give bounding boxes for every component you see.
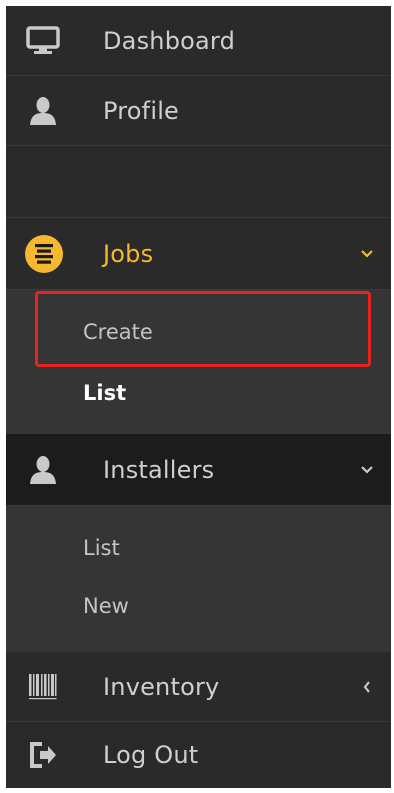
user-icon	[26, 453, 60, 487]
highlight-box	[35, 291, 371, 367]
nav-label-installers: Installers	[103, 455, 215, 484]
list-icon	[24, 234, 64, 274]
barcode-icon	[26, 670, 60, 704]
nav-item-profile[interactable]: Profile	[6, 76, 391, 146]
nav-item-logout[interactable]: Log Out	[6, 722, 391, 788]
nav-item-inventory[interactable]: Inventory	[6, 652, 391, 722]
nav-label-inventory: Inventory	[103, 672, 220, 701]
installers-submenu: List New	[6, 506, 391, 652]
nav-label-dashboard: Dashboard	[103, 26, 236, 55]
sidebar: Dashboard Profile Jobs Create List Insta…	[6, 6, 391, 788]
submenu-item-new[interactable]: New	[83, 594, 129, 618]
user-icon	[26, 94, 60, 128]
nav-item-dashboard[interactable]: Dashboard	[6, 6, 391, 76]
nav-spacer	[6, 146, 391, 218]
submenu-item-list[interactable]: List	[83, 381, 126, 405]
chevron-left-icon[interactable]	[359, 679, 375, 695]
nav-label-logout: Log Out	[103, 741, 199, 769]
chevron-down-icon[interactable]	[359, 246, 375, 262]
nav-label-profile: Profile	[103, 96, 180, 125]
nav-item-installers[interactable]: Installers	[6, 434, 391, 506]
submenu-item-list[interactable]: List	[83, 536, 120, 560]
nav-item-jobs[interactable]: Jobs	[6, 218, 391, 290]
sign-out-icon	[26, 738, 60, 772]
monitor-icon	[26, 24, 60, 58]
nav-label-jobs: Jobs	[103, 239, 154, 268]
chevron-down-icon[interactable]	[359, 462, 375, 478]
